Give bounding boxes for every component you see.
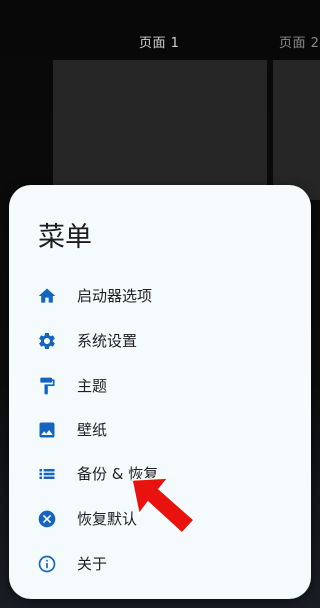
menu-item-label: 主题 (77, 377, 108, 395)
menu-item-label: 系统设置 (77, 332, 138, 350)
menu-item-system-settings[interactable]: 系统设置 (9, 321, 311, 361)
page-preview-1[interactable] (53, 60, 267, 200)
menu-item-theme[interactable]: 主题 (9, 366, 311, 406)
page-preview-2[interactable] (273, 60, 320, 200)
launcher-screen: 页面 1 页面 2 菜单 启动器选项 系统设置 主题 壁纸 备份 & 恢复 恢复… (0, 0, 320, 608)
page-label-1: 页面 1 (139, 36, 180, 51)
paint-roller-icon (37, 376, 57, 396)
annotation-arrow-icon (128, 474, 198, 538)
menu-item-wallpaper[interactable]: 壁纸 (9, 410, 311, 450)
gear-icon (37, 331, 57, 351)
menu-item-label: 启动器选项 (77, 287, 153, 305)
image-icon (37, 420, 57, 440)
menu-item-about[interactable]: 关于 (9, 544, 311, 584)
list-icon (37, 464, 57, 484)
menu-item-label: 关于 (77, 555, 108, 573)
menu-item-launcher-options[interactable]: 启动器选项 (9, 276, 311, 316)
menu-item-label: 壁纸 (77, 421, 108, 439)
info-icon (37, 554, 57, 574)
home-icon (37, 286, 57, 306)
page-label-2: 页面 2 (279, 36, 320, 51)
menu-title: 菜单 (38, 222, 92, 253)
close-circle-icon (37, 509, 57, 529)
